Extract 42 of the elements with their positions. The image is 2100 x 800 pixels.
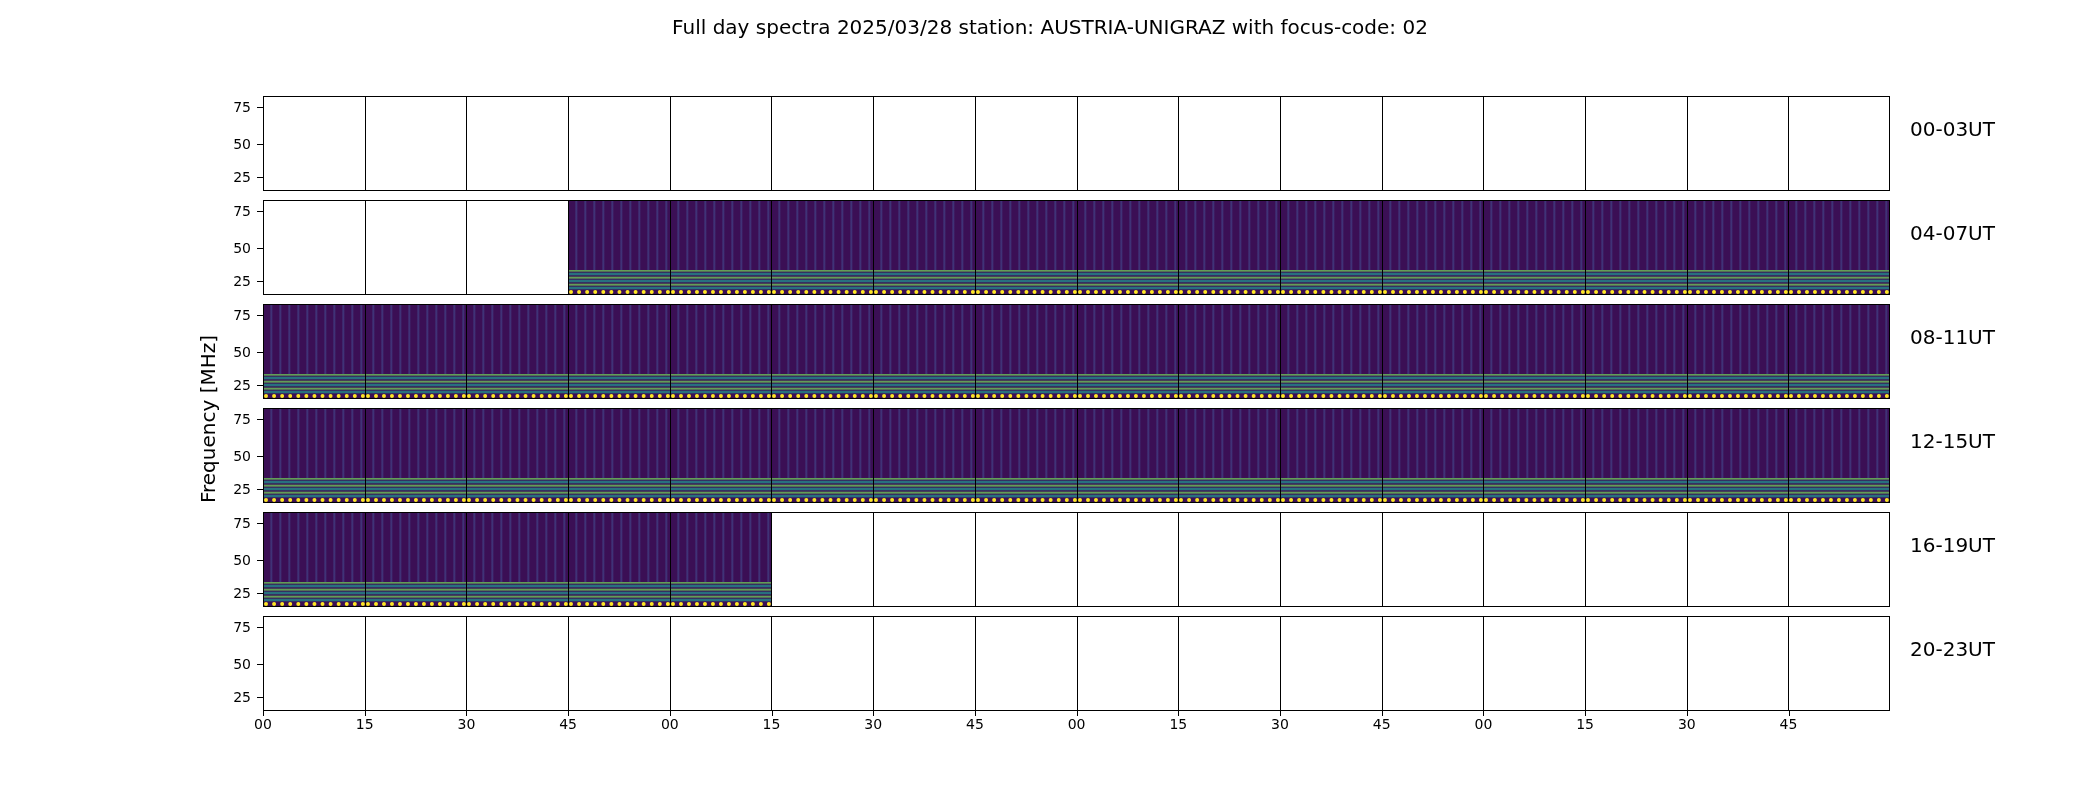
x-tick-label: 00 (254, 717, 272, 731)
x-tick-label: 45 (559, 717, 577, 731)
y-tick-label: 75 (233, 99, 251, 114)
row-time-label: 08-11UT (1910, 325, 1995, 349)
x-tick-label: 00 (1474, 717, 1493, 731)
row-time-label: 04-07UT (1910, 221, 1995, 245)
y-tick-label: 25 (233, 274, 251, 289)
x-tick-label: 30 (457, 717, 476, 731)
x-tick-label: 45 (1779, 717, 1798, 731)
y-tick-label: 50 (233, 240, 251, 255)
x-tick-label: 00 (660, 717, 679, 731)
y-tick-label: 50 (233, 448, 251, 463)
y-tick-label: 50 (233, 552, 251, 567)
x-tick-label: 15 (355, 717, 374, 731)
y-axis-label: Frequency [MHz] (195, 334, 221, 503)
y-tick-label: 50 (233, 656, 251, 671)
x-tick-label: 30 (1677, 717, 1696, 731)
x-tick-label: 45 (1372, 717, 1391, 731)
x-tick-label: 00 (1067, 717, 1086, 731)
row-time-label: 12-15UT (1910, 429, 1995, 453)
row-time-label: 00-03UT (1910, 117, 1995, 141)
y-tick-label: 50 (233, 136, 251, 151)
x-tick-label: 45 (966, 717, 984, 731)
y-tick-label: 75 (233, 203, 251, 218)
y-tick-label: 25 (233, 690, 251, 705)
x-tick-label: 30 (1271, 717, 1289, 731)
y-tick-label: 25 (233, 170, 251, 185)
figure-title: Full day spectra 2025/03/28 station: AUSTRIA-UNIGRAZ with focus-code: 02 (672, 14, 1428, 41)
row-time-label: 16-19UT (1910, 533, 1995, 557)
y-tick-label: 25 (233, 378, 251, 393)
y-tick-label: 50 (233, 344, 251, 359)
x-tick-label: 15 (1169, 717, 1188, 731)
y-tick-label: 75 (233, 619, 251, 634)
x-tick-label: 15 (762, 717, 781, 731)
row-time-label: 20-23UT (1910, 637, 1995, 661)
y-tick-label: 25 (233, 586, 251, 601)
y-tick-label: 75 (233, 515, 251, 530)
y-tick-label: 75 (233, 307, 251, 322)
y-tick-label: 25 (233, 482, 251, 497)
x-tick-label: 15 (1576, 717, 1594, 731)
x-tick-label: 30 (864, 717, 883, 731)
y-tick-label: 75 (233, 411, 251, 426)
